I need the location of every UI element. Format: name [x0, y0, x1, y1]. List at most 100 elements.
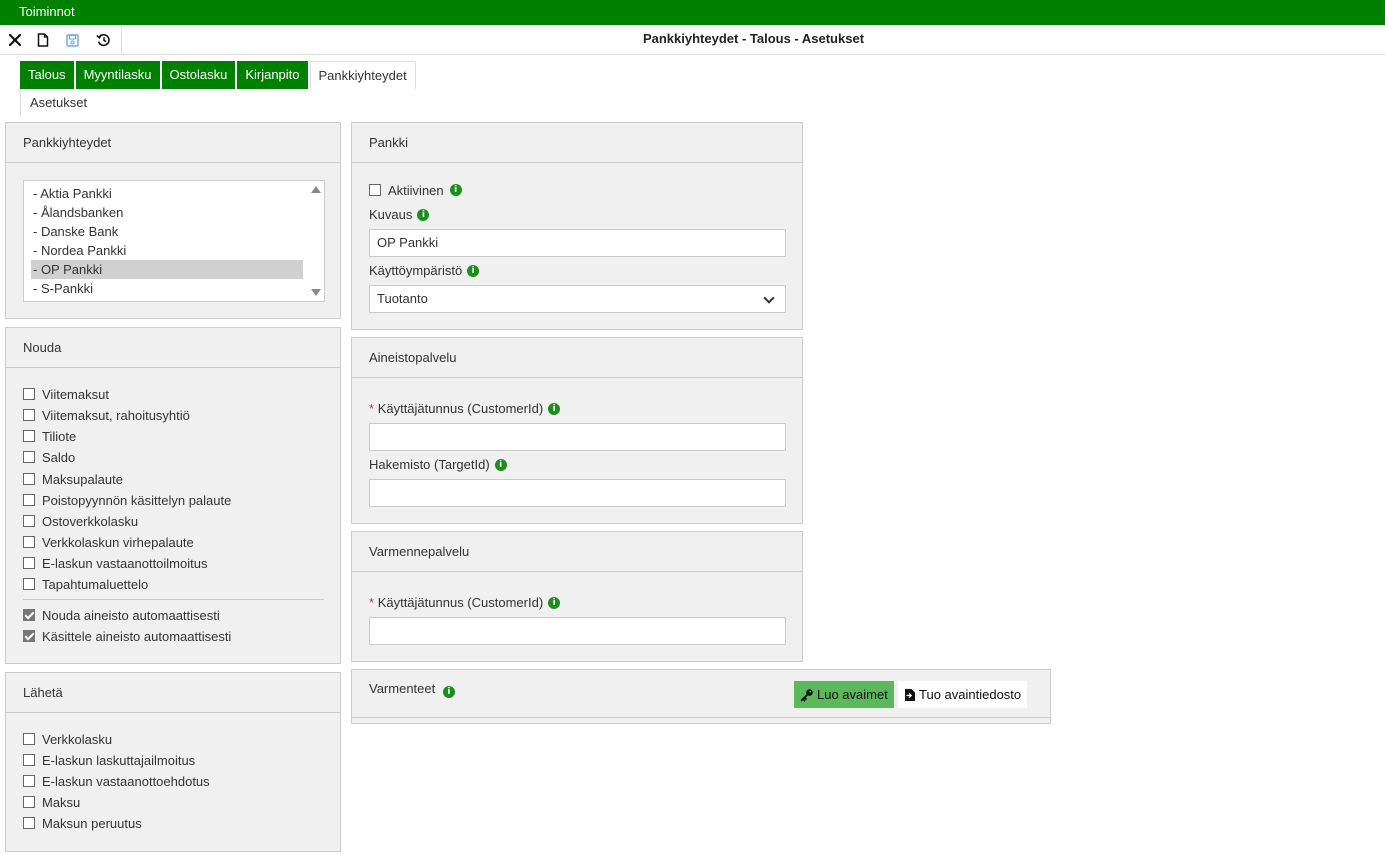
fetch-option[interactable]: Poistopyynnön käsittelyn palaute	[23, 490, 231, 510]
target-id-input[interactable]	[369, 479, 786, 507]
save-icon[interactable]	[63, 31, 81, 49]
certificates-panel: Varmenteet i Luo avaimet Tuo avaintiedos…	[351, 669, 1051, 724]
checkbox-label: Ostoverkkolasku	[42, 513, 139, 529]
info-icon[interactable]: i	[449, 184, 462, 196]
environment-select[interactable]: Tuotanto	[369, 285, 786, 313]
auto-process-option[interactable]: Käsittele aineisto automaattisesti	[23, 626, 231, 646]
bank-connection-list[interactable]: - Aktia Pankki - Ålandsbanken - Danske B…	[23, 180, 325, 302]
environment-label: Käyttöympäristö i	[369, 263, 480, 278]
target-id-label: Hakemisto (TargetId) i	[369, 457, 507, 472]
checkbox-label: Maksu	[42, 794, 81, 810]
active-option[interactable]: Aktiivinen i	[369, 180, 462, 200]
material-service-panel: Aineistopalvelu * Käyttäjätunnus (Custom…	[351, 337, 803, 524]
bank-panel: Pankki Aktiivinen i Kuvaus i OP Pankki K…	[351, 122, 803, 330]
new-document-icon[interactable]	[34, 31, 52, 49]
certificates-panel-title: Varmenteet	[369, 681, 436, 696]
list-item[interactable]: - Danske Bank	[31, 222, 303, 241]
connections-panel-title: Pankkiyhteydet	[6, 123, 340, 163]
required-marker: *	[369, 401, 375, 416]
fetch-option[interactable]: Tapahtumaluettelo	[23, 574, 148, 594]
checkbox[interactable]	[23, 557, 35, 569]
tab-pankkiyhteydet[interactable]: Pankkiyhteydet	[309, 61, 416, 89]
certificate-service-panel: Varmennepalvelu * Käyttäjätunnus (Custom…	[351, 531, 803, 662]
checkbox-label: Viitemaksut	[42, 386, 109, 402]
scroll-up-arrow-icon[interactable]	[311, 186, 321, 193]
send-option[interactable]: Maksu	[23, 792, 80, 812]
cert-customer-id-input[interactable]	[369, 617, 786, 645]
checkbox[interactable]	[23, 388, 35, 400]
checkbox[interactable]	[23, 733, 35, 745]
checkbox-label: Maksun peruutus	[42, 815, 142, 831]
target-id-label-text: Hakemisto (TargetId)	[369, 457, 490, 472]
checkbox[interactable]	[23, 494, 35, 506]
list-item[interactable]: - Ålandsbanken	[31, 203, 303, 222]
fetch-option[interactable]: Ostoverkkolasku	[23, 511, 138, 531]
required-marker: *	[369, 595, 375, 610]
certificate-service-panel-title: Varmennepalvelu	[352, 532, 802, 572]
tab-ostolasku[interactable]: Ostolasku	[161, 61, 236, 89]
checkbox[interactable]	[23, 430, 35, 442]
checkbox[interactable]	[23, 451, 35, 463]
checkbox-label: Verkkolasku	[42, 731, 113, 747]
customer-id-input[interactable]	[369, 423, 786, 451]
info-icon[interactable]: i	[442, 686, 455, 698]
info-icon[interactable]: i	[417, 208, 430, 221]
tab-kirjanpito[interactable]: Kirjanpito	[237, 61, 308, 89]
send-option[interactable]: E-laskun laskuttajailmoitus	[23, 750, 195, 770]
checkbox[interactable]	[23, 775, 35, 787]
fetch-option[interactable]: Viitemaksut	[23, 384, 109, 404]
checkbox-checked[interactable]	[23, 630, 35, 642]
checkbox[interactable]	[23, 817, 35, 829]
history-icon[interactable]	[94, 31, 112, 49]
info-icon[interactable]: i	[467, 264, 480, 277]
send-panel-title: Lähetä	[6, 673, 340, 713]
checkbox-label: Maksupalaute	[42, 471, 123, 487]
checkbox-label: E-laskun laskuttajailmoitus	[42, 752, 196, 768]
fetch-option[interactable]: Maksupalaute	[23, 469, 123, 489]
create-keys-label: Luo avaimet	[817, 687, 888, 702]
environment-select-value: Tuotanto	[377, 291, 428, 306]
list-item[interactable]: - Nordea Pankki	[31, 241, 303, 260]
checkbox[interactable]	[23, 515, 35, 527]
fetch-option[interactable]: Verkkolaskun virhepalaute	[23, 532, 194, 552]
send-option[interactable]: E-laskun vastaanottoehdotus	[23, 771, 210, 791]
send-panel: Lähetä Verkkolasku E-laskun laskuttajail…	[5, 672, 341, 852]
fetch-option[interactable]: Saldo	[23, 447, 75, 467]
checkbox-label: E-laskun vastaanottoilmoitus	[42, 555, 208, 571]
checkbox-checked[interactable]	[23, 609, 35, 621]
customer-id-label-text: Käyttäjätunnus (CustomerId)	[377, 401, 544, 416]
active-checkbox[interactable]	[369, 184, 381, 196]
description-input[interactable]: OP Pankki	[369, 229, 786, 257]
checkbox[interactable]	[23, 409, 35, 421]
scroll-down-arrow-icon[interactable]	[311, 289, 321, 296]
checkbox[interactable]	[23, 796, 35, 808]
create-keys-button[interactable]: Luo avaimet	[794, 681, 894, 708]
send-option[interactable]: Verkkolasku	[23, 729, 112, 749]
customer-id-label: * Käyttäjätunnus (CustomerId) i	[369, 401, 561, 416]
checkbox[interactable]	[23, 754, 35, 766]
environment-label-text: Käyttöympäristö	[369, 263, 463, 278]
checkbox[interactable]	[23, 578, 35, 590]
list-item[interactable]: - S-Pankki	[31, 279, 303, 298]
import-keyfile-button[interactable]: Tuo avaintiedosto	[898, 681, 1028, 708]
send-option[interactable]: Maksun peruutus	[23, 813, 142, 833]
checkbox-label: Tiliote	[42, 428, 77, 444]
fetch-option[interactable]: E-laskun vastaanottoilmoitus	[23, 553, 207, 573]
fetch-option[interactable]: Viitemaksut, rahoitusyhtiö	[23, 405, 190, 425]
list-item-selected[interactable]: - OP Pankki	[31, 260, 303, 279]
tab-myyntilasku[interactable]: Myyntilasku	[75, 61, 160, 89]
fetch-divider	[23, 599, 324, 600]
auto-fetch-option[interactable]: Nouda aineisto automaattisesti	[23, 605, 220, 625]
checkbox[interactable]	[23, 473, 35, 485]
list-item[interactable]: - Aktia Pankki	[31, 184, 303, 203]
info-icon[interactable]: i	[494, 458, 507, 471]
close-icon[interactable]	[6, 31, 24, 49]
checkbox[interactable]	[23, 536, 35, 548]
tab-talous[interactable]: Talous	[20, 61, 74, 89]
actions-menu[interactable]: Toiminnot	[19, 4, 75, 19]
fetch-option[interactable]: Tiliote	[23, 426, 76, 446]
toolbar: Pankkiyhteydet - Talous - Asetukset	[0, 25, 1385, 55]
info-icon[interactable]: i	[548, 596, 561, 609]
subtab-asetukset[interactable]: Asetukset	[20, 89, 96, 117]
info-icon[interactable]: i	[548, 402, 561, 415]
